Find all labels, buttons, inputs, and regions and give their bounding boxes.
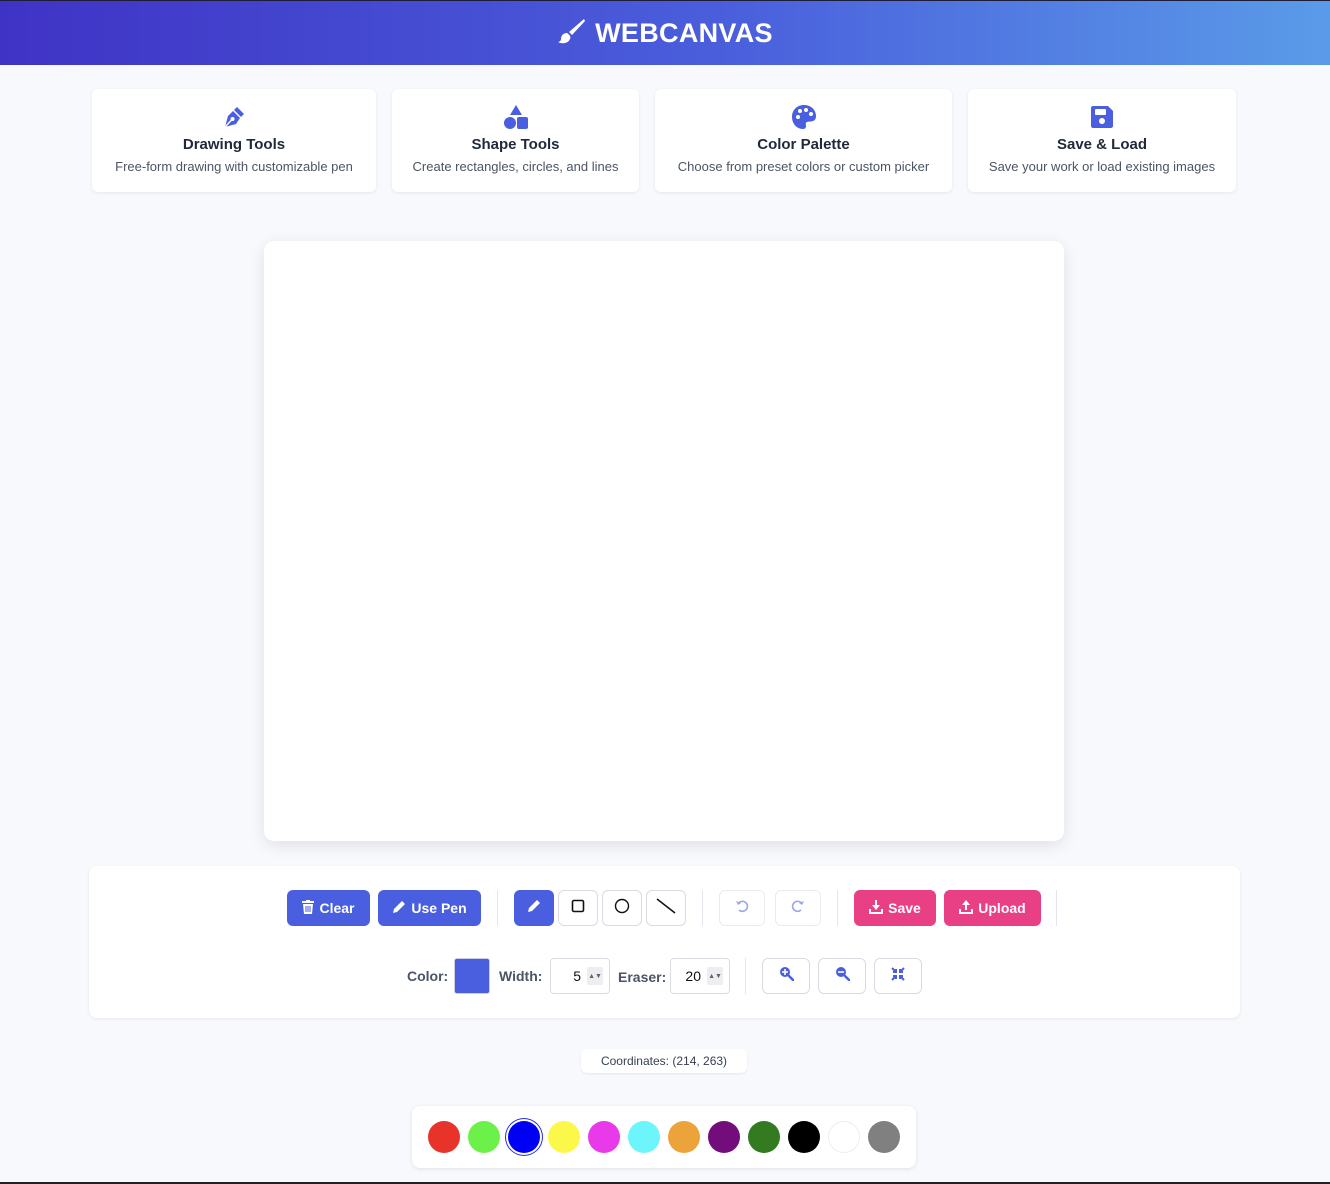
feature-title: Save & Load: [1056, 136, 1148, 153]
coordinates-display: Coordinates: (214, 263): [581, 1049, 747, 1073]
toolbar-divider: [702, 890, 703, 926]
circle-tool-button[interactable]: [602, 890, 642, 926]
feature-desc: Save your work or load existing images: [988, 159, 1216, 174]
feature-card-drawing-tools: Drawing Tools Free-form drawing with cus…: [92, 89, 376, 192]
upload-label: Upload: [978, 900, 1026, 916]
width-input[interactable]: 5 ▲▼: [550, 958, 610, 994]
download-icon: [869, 899, 884, 917]
palette-color-swatch[interactable]: [708, 1121, 740, 1153]
paintbrush-icon: [557, 17, 587, 50]
app-header: WEBCANVAS: [0, 0, 1330, 65]
palette-color-swatch[interactable]: [628, 1121, 660, 1153]
palette-color-swatch[interactable]: [588, 1121, 620, 1153]
palette-color-swatch[interactable]: [868, 1121, 900, 1153]
line-tool-button[interactable]: [646, 890, 686, 926]
save-label: Save: [888, 900, 921, 916]
color-palette: [412, 1106, 916, 1168]
feature-card-color-palette: Color Palette Choose from preset colors …: [655, 89, 952, 192]
toolbar-divider: [745, 958, 746, 994]
clear-button[interactable]: Clear: [287, 890, 370, 926]
line-icon: [656, 897, 676, 919]
eraser-value: 20: [685, 968, 701, 984]
width-label: Width:: [499, 968, 543, 984]
feature-title: Drawing Tools: [182, 136, 286, 153]
palette-color-swatch[interactable]: [828, 1121, 860, 1153]
zoom-out-button[interactable]: [818, 958, 866, 994]
toolbar: Clear Use Pen Save Upload Color: Width: …: [89, 866, 1240, 1018]
upload-button[interactable]: Upload: [944, 890, 1041, 926]
zoom-in-icon: [779, 966, 794, 986]
reset-zoom-button[interactable]: [874, 958, 922, 994]
pencil-icon: [527, 899, 541, 918]
redo-icon: [791, 899, 805, 918]
toolbar-divider: [1056, 890, 1057, 926]
palette-color-swatch[interactable]: [428, 1121, 460, 1153]
feature-title: Color Palette: [757, 136, 850, 153]
palette-color-swatch[interactable]: [508, 1121, 540, 1153]
upload-icon: [959, 899, 974, 917]
zoom-in-button[interactable]: [762, 958, 810, 994]
toolbar-divider: [837, 890, 838, 926]
feature-cards: Drawing Tools Free-form drawing with cus…: [92, 89, 1237, 192]
spinner-icon[interactable]: ▲▼: [587, 967, 603, 985]
use-pen-label: Use Pen: [411, 900, 467, 916]
coords-label: Coordinates:: [600, 1054, 669, 1068]
app-title: WEBCANVAS: [595, 17, 773, 48]
palette-color-swatch[interactable]: [548, 1121, 580, 1153]
palette-color-swatch[interactable]: [468, 1121, 500, 1153]
square-icon: [571, 899, 585, 918]
color-picker[interactable]: [454, 958, 490, 994]
width-value: 5: [573, 968, 581, 984]
coords-value: (214, 263): [672, 1054, 728, 1068]
zoom-out-icon: [835, 966, 850, 986]
pen-tool-button[interactable]: [514, 890, 554, 926]
feature-card-save-load: Save & Load Save your work or load exist…: [968, 89, 1236, 192]
undo-button[interactable]: [719, 890, 765, 926]
feature-desc: Create rectangles, circles, and lines: [412, 159, 619, 174]
redo-button[interactable]: [775, 890, 821, 926]
floppy-disk-icon: [1090, 104, 1114, 130]
rectangle-tool-button[interactable]: [558, 890, 598, 926]
eraser-label: Eraser:: [618, 969, 667, 985]
color-label: Color:: [407, 968, 449, 984]
drawing-canvas[interactable]: [264, 241, 1064, 841]
spinner-icon[interactable]: ▲▼: [707, 967, 723, 985]
feature-desc: Free-form drawing with customizable pen: [115, 159, 353, 174]
feature-desc: Choose from preset colors or custom pick…: [677, 159, 930, 174]
pencil-icon: [392, 900, 406, 917]
save-button[interactable]: Save: [854, 890, 936, 926]
feature-title: Shape Tools: [471, 136, 560, 153]
pen-nib-icon: [221, 104, 247, 130]
toolbar-divider: [497, 890, 498, 926]
eraser-input[interactable]: 20 ▲▼: [670, 958, 730, 994]
brand: WEBCANVAS: [557, 17, 773, 50]
palette-color-swatch[interactable]: [748, 1121, 780, 1153]
palette-icon: [791, 104, 817, 130]
feature-card-shape-tools: Shape Tools Create rectangles, circles, …: [392, 89, 639, 192]
shapes-icon: [503, 104, 529, 130]
undo-icon: [735, 899, 749, 918]
use-pen-button[interactable]: Use Pen: [378, 890, 481, 926]
circle-icon: [614, 898, 630, 919]
trash-icon: [302, 899, 315, 917]
palette-color-swatch[interactable]: [668, 1121, 700, 1153]
clear-label: Clear: [319, 900, 355, 916]
compress-icon: [891, 966, 905, 986]
palette-color-swatch[interactable]: [788, 1121, 820, 1153]
